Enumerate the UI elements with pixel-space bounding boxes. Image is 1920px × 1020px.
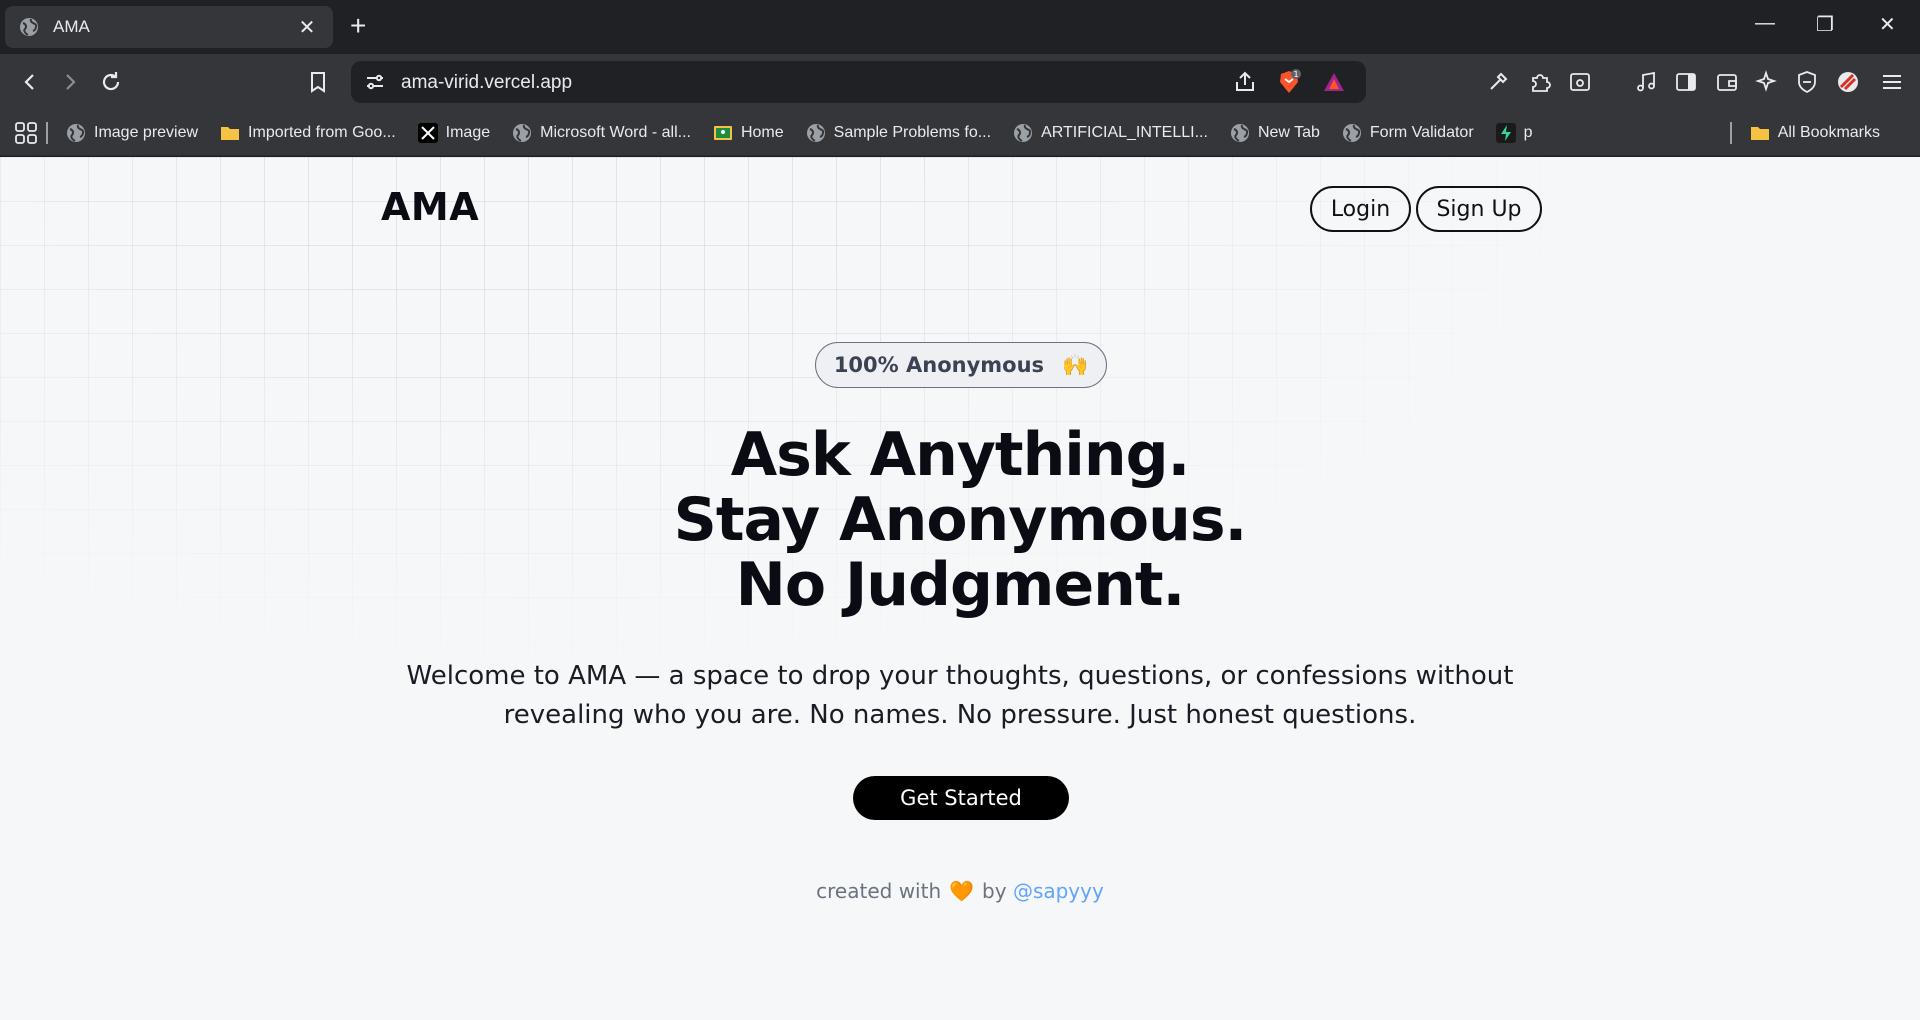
globe-icon: [1230, 123, 1249, 142]
hero-line-3: No Judgment.: [735, 550, 1186, 620]
author-link[interactable]: @sapyyy: [1013, 879, 1104, 903]
footer: created with 🧡 by @sapyyy: [0, 879, 1920, 903]
bolt-icon: [1495, 122, 1516, 143]
classroom-icon: [713, 125, 732, 140]
bookmark-new-tab[interactable]: New Tab: [1230, 123, 1320, 143]
brave-rewards-icon[interactable]: [1320, 68, 1348, 96]
bookmark-artificial-intelligence[interactable]: ARTIFICIAL_INTELLI...: [1013, 123, 1208, 143]
globe-icon: [67, 123, 85, 142]
svg-text:1: 1: [1293, 70, 1298, 79]
url-text: ama-virid.vercel.app: [401, 72, 573, 93]
site-settings-icon[interactable]: [363, 70, 387, 94]
all-bookmarks-folder[interactable]: All Bookmarks: [1729, 122, 1880, 144]
folder-icon: [1750, 127, 1769, 140]
raised-hands-icon: 🙌: [1062, 352, 1089, 377]
leo-ai-icon[interactable]: [1753, 68, 1781, 96]
bookmark-form-validator[interactable]: Form Validator: [1342, 123, 1474, 143]
globe-icon: [1014, 123, 1033, 142]
anonymous-badge: 100% Anonymous 🙌: [815, 342, 1107, 388]
close-tab-icon[interactable]: ✕: [295, 15, 319, 40]
bookmark-sample-problems[interactable]: Sample Problems fo...: [806, 123, 991, 143]
back-icon[interactable]: [16, 68, 44, 96]
heart-icon: 🧡: [949, 879, 975, 903]
bookmarks-bar: Image preview Imported from Goo... Image…: [0, 110, 1920, 156]
subtitle-line-2: revealing who you are. No names. No pres…: [503, 700, 1417, 730]
signup-button[interactable]: Sign Up: [1416, 186, 1542, 232]
close-window-icon[interactable]: ✕: [1879, 12, 1896, 37]
extensions-icon[interactable]: [1526, 68, 1554, 96]
new-tab-button[interactable]: +: [350, 12, 366, 40]
bookmark-imported-folder[interactable]: Imported from Goo...: [220, 123, 396, 143]
bookmark-microsoft-word[interactable]: Microsoft Word - all...: [512, 123, 691, 143]
badge-text: 100% Anonymous: [833, 353, 1045, 377]
bookmark-image-preview[interactable]: Image preview: [66, 123, 198, 143]
tab-ama[interactable]: AMA ✕: [5, 6, 333, 48]
sidebar-icon[interactable]: [1672, 68, 1700, 96]
page-content: AMA Login Sign Up 100% Anonymous 🙌 Ask A…: [0, 157, 1920, 1020]
bookmarks-divider: [46, 121, 48, 144]
globe-icon: [806, 123, 825, 142]
globe-icon: [1342, 123, 1361, 142]
wallet-icon[interactable]: [1713, 68, 1741, 96]
globe-icon: [20, 18, 38, 36]
hero-line-1: Ask Anything.: [730, 420, 1191, 490]
bookmark-icon[interactable]: [304, 68, 332, 96]
reload-icon[interactable]: [97, 68, 125, 96]
address-bar[interactable]: ama-virid.vercel.app 1: [351, 61, 1366, 103]
hero-line-2: Stay Anonymous.: [673, 485, 1248, 555]
forward-icon[interactable]: [56, 68, 84, 96]
media-icon[interactable]: [1632, 68, 1660, 96]
vpn-icon[interactable]: [1793, 68, 1821, 96]
bookmark-p[interactable]: p: [1495, 122, 1533, 143]
footer-by: by: [982, 879, 1007, 903]
footer-prefix: created with: [816, 879, 942, 903]
bookmarks-divider: [1729, 122, 1732, 144]
screenshot-icon[interactable]: [1566, 68, 1594, 96]
minimize-icon[interactable]: —: [1755, 12, 1775, 35]
tab-title: AMA: [53, 17, 90, 36]
profile-avatar-icon[interactable]: [1834, 68, 1862, 96]
site-logo[interactable]: AMA: [381, 185, 479, 229]
subtitle-line-1: Welcome to AMA — a space to drop your th…: [406, 661, 1514, 691]
browser-toolbar: ama-virid.vercel.app 1: [0, 54, 1920, 110]
login-button[interactable]: Login: [1310, 186, 1411, 232]
eyedropper-icon[interactable]: [1484, 68, 1512, 96]
menu-icon[interactable]: [1878, 68, 1906, 96]
brave-shields-icon[interactable]: 1: [1275, 68, 1303, 96]
globe-icon: [513, 123, 532, 142]
tab-strip: AMA ✕ + — ❐ ✕: [0, 0, 1920, 54]
get-started-button[interactable]: Get Started: [853, 776, 1069, 820]
bookmark-home[interactable]: Home: [713, 123, 784, 143]
apps-icon[interactable]: [14, 121, 38, 145]
restore-icon[interactable]: ❐: [1816, 12, 1834, 37]
bookmark-image[interactable]: Image: [417, 122, 490, 143]
share-icon[interactable]: [1231, 68, 1259, 96]
x-logo-icon: [417, 122, 438, 143]
folder-icon: [221, 126, 240, 140]
